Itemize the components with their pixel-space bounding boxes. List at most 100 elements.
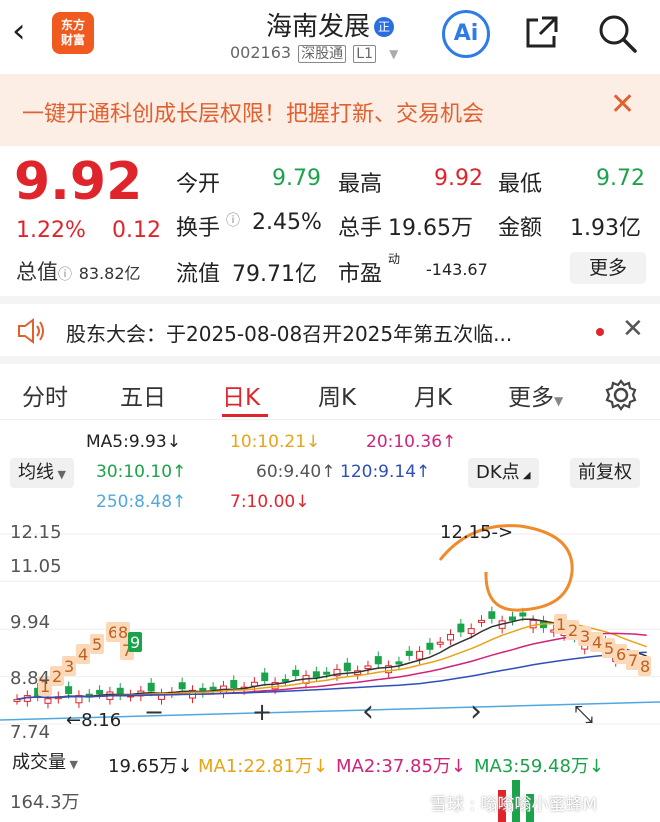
marker-label: 1 — [556, 615, 566, 634]
candle-body — [395, 661, 403, 665]
candle-body — [364, 665, 372, 670]
banner-text: 一键开通科创成长层权限！把握打新、交易机会 — [22, 102, 485, 127]
marker-label: 4 — [592, 633, 602, 652]
ma7-label: 7:10.00↓ — [230, 492, 310, 512]
candle-body — [374, 656, 382, 665]
low-annotation: ←8.16 — [66, 710, 122, 731]
scroll-right-button[interactable]: › — [470, 694, 482, 729]
market-tag: 深股通 — [298, 45, 347, 63]
pe-label: 市盈 — [338, 262, 383, 287]
turnover-label: 换手 — [176, 216, 221, 241]
ma20-label: 20:10.36↑ — [366, 432, 457, 452]
gear-icon[interactable] — [604, 378, 638, 412]
notice-bar[interactable]: 股东大会：于2025-08-08召开2025年第五次临... ✕ — [0, 304, 660, 356]
candle-body — [65, 686, 73, 694]
close-icon[interactable]: ✕ — [622, 316, 644, 342]
candle-body — [457, 623, 465, 633]
candle-body — [519, 612, 527, 617]
marker-label: 2 — [52, 667, 62, 686]
change-percent: 1.22% — [16, 218, 86, 243]
candle-body — [96, 689, 104, 695]
expand-icon[interactable]: ⤡ — [574, 700, 593, 728]
candle-body — [488, 611, 496, 619]
vol-ma2: MA2:37.85万↓ — [336, 756, 466, 777]
marker-label: 7 — [628, 651, 638, 670]
adjustment-button[interactable]: 前复权 — [570, 458, 640, 488]
candle-body — [426, 642, 434, 650]
zheng-badge: 正 — [374, 17, 394, 37]
candle-body — [312, 671, 320, 678]
turnover-value: 2.45% — [252, 210, 322, 235]
candle-body — [416, 650, 424, 660]
vol-ma1: MA1:22.81万↓ — [198, 756, 328, 777]
zoom-out-button[interactable]: − — [144, 698, 164, 726]
current-price: 9.92 — [14, 152, 143, 212]
volume-dropdown[interactable]: 成交量 ▼ — [8, 748, 82, 778]
candle-body — [209, 686, 217, 690]
candle-body — [261, 672, 269, 682]
total-value: 83.82亿 — [78, 264, 141, 283]
low-label: 最低 — [498, 172, 543, 197]
peak-annotation: 12.15-> — [440, 522, 514, 543]
stock-title: 海南发展正 — [0, 6, 660, 43]
share-icon[interactable] — [522, 14, 560, 52]
candle-body — [436, 641, 444, 645]
change-amount: 0.12 — [112, 218, 161, 243]
tab-daily-k[interactable]: 日K — [222, 378, 260, 412]
candle-body — [343, 662, 351, 672]
marker-label: 3 — [580, 627, 590, 646]
marker-label: 8 — [118, 623, 128, 642]
volume-value: 19.65万 — [388, 216, 473, 241]
y-tick-label: 9.94 — [10, 612, 51, 633]
volume-label: 总手 — [338, 216, 383, 241]
search-icon[interactable] — [596, 12, 638, 54]
ma120-label: 120:9.14↑ — [340, 462, 431, 482]
candle-body — [292, 669, 300, 677]
ma10-label: 10:10.21↓ — [230, 432, 321, 452]
candle-body — [178, 682, 186, 690]
scroll-left-button[interactable]: ‹ — [362, 694, 374, 729]
candle-body — [44, 698, 52, 704]
volume-label: 成交量 — [12, 752, 66, 773]
marker-label: 5 — [92, 635, 102, 654]
marker-label: 6 — [616, 645, 626, 664]
app-header: ‹ 东方 财富 海南发展正 002163 深股通 L1 ▼ Ai — [0, 0, 660, 72]
info-icon[interactable]: ⓘ — [226, 210, 240, 230]
candle-body — [281, 678, 289, 682]
period-tabs: 分时 五日 日K 周K 月K 更多▼ — [0, 368, 660, 420]
stock-name: 海南发展 — [265, 12, 370, 42]
more-button[interactable]: 更多 — [570, 252, 646, 284]
y-tick-label: 7.74 — [10, 722, 51, 743]
active-tab-underline — [222, 414, 268, 417]
stock-subtitle[interactable]: 002163 深股通 L1 ▼ — [230, 43, 398, 63]
candle-body — [230, 680, 238, 689]
volume-value: 19.65万↓ — [108, 756, 193, 777]
tab-more-label: 更多 — [508, 385, 554, 411]
open-value: 9.79 — [272, 166, 321, 191]
candle-body — [467, 628, 475, 634]
tab-intraday[interactable]: 分时 — [22, 378, 68, 412]
stock-code: 002163 — [230, 43, 292, 62]
tab-more[interactable]: 更多▼ — [508, 378, 563, 412]
candle-body — [147, 682, 155, 692]
tab-monthly-k[interactable]: 月K — [414, 378, 452, 412]
zoom-in-button[interactable]: + — [252, 698, 272, 726]
total-market-value: 总值ⓘ 83.82亿 — [16, 260, 141, 284]
marker-label: 4 — [78, 645, 88, 664]
marker-label: 2 — [568, 621, 578, 640]
section-divider — [0, 356, 660, 364]
ma5-label: MA5:9.93↓ — [86, 432, 181, 452]
close-icon[interactable]: ✕ — [610, 90, 635, 120]
tab-five-day[interactable]: 五日 — [120, 378, 166, 412]
ma250-label: 250:8.48↑ — [96, 492, 187, 512]
float-label: 流值 — [176, 262, 221, 287]
avg-line-dropdown[interactable]: 均线 ▼ — [10, 458, 74, 488]
low-value: 9.72 — [596, 166, 645, 191]
promo-banner[interactable]: 一键开通科创成长层权限！把握打新、交易机会 ✕ — [0, 74, 660, 146]
ai-button[interactable]: Ai — [442, 10, 490, 58]
kline-chart[interactable]: 612345678912345678 12.15 11.05 9.94 8.84… — [0, 475, 660, 744]
tab-weekly-k[interactable]: 周K — [318, 378, 356, 412]
candle-body — [478, 619, 486, 623]
amount-value: 1.93亿 — [570, 216, 641, 241]
dk-point-button[interactable]: DK点 ◢ — [468, 458, 539, 488]
